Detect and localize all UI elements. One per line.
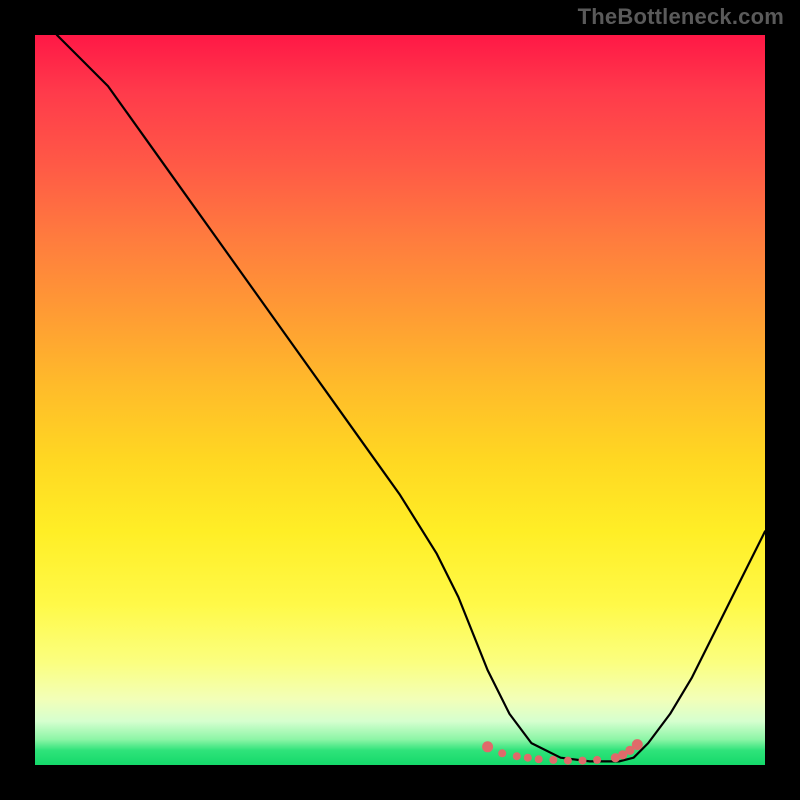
marker-dot — [535, 755, 543, 763]
bottleneck-curve — [57, 35, 765, 761]
marker-dot — [524, 754, 532, 762]
marker-dot — [579, 757, 587, 765]
optimal-range-markers — [482, 739, 643, 765]
watermark-text: TheBottleneck.com — [578, 4, 784, 30]
plot-area — [35, 35, 765, 765]
marker-dot — [593, 756, 601, 764]
marker-dot — [549, 756, 557, 764]
marker-dot — [632, 739, 643, 750]
chart-frame: TheBottleneck.com — [0, 0, 800, 800]
marker-dot — [513, 752, 521, 760]
marker-dot — [482, 741, 493, 752]
marker-dot — [564, 757, 572, 765]
marker-dot — [498, 749, 506, 757]
chart-svg — [35, 35, 765, 765]
